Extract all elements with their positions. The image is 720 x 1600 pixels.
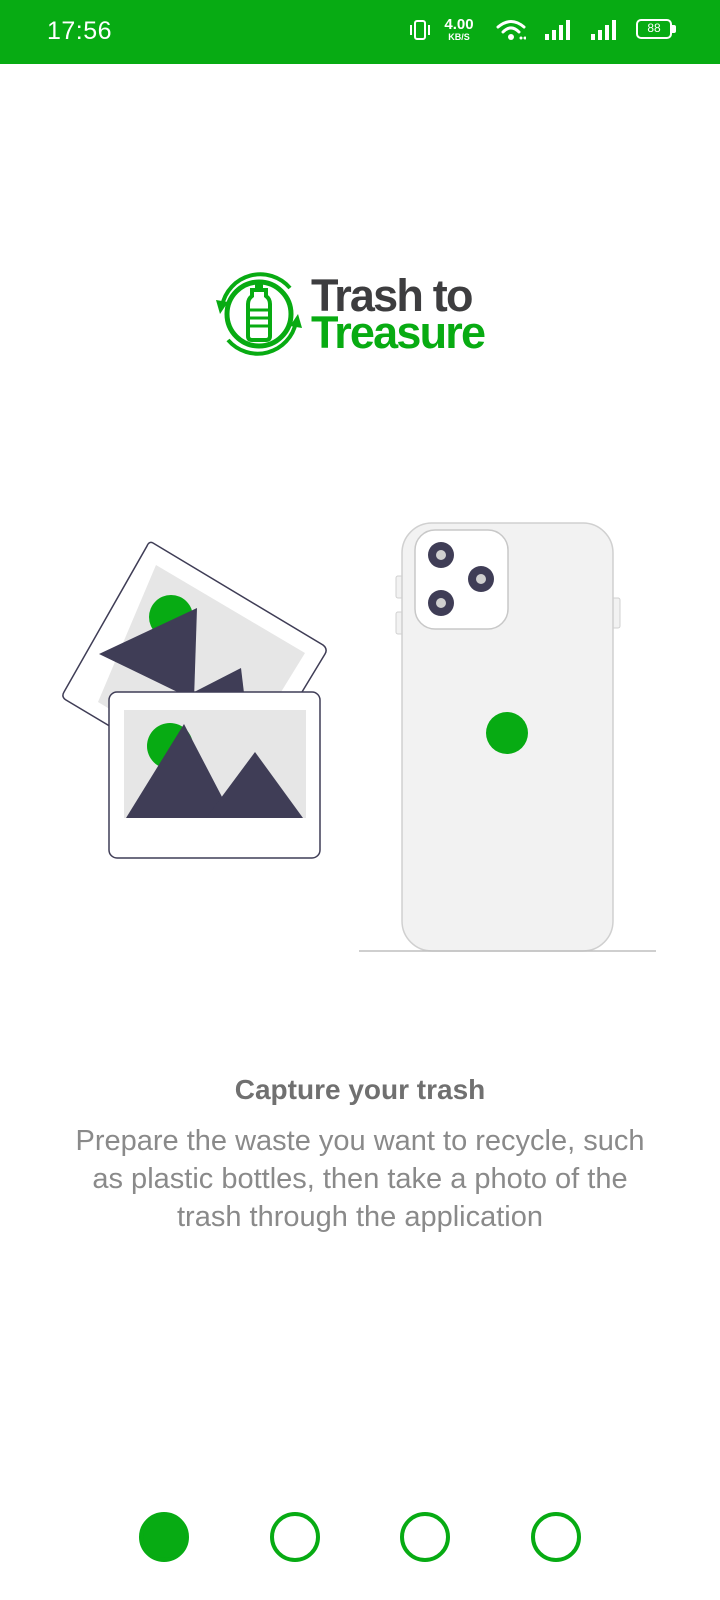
network-speed: 4.00 KB/S	[438, 17, 480, 42]
signal-icon	[591, 20, 616, 40]
page-indicator	[0, 1512, 720, 1564]
app-logo: Trash to Treasure	[212, 268, 512, 360]
recycle-bottle-icon	[216, 272, 302, 356]
onboarding-screen: 17:56 4.00 KB/S 88 Trash to Treasure Cap…	[0, 0, 720, 1600]
capture-illustration	[62, 522, 656, 952]
photo-icon	[108, 691, 321, 859]
phone-back-icon	[359, 522, 656, 952]
status-time: 17:56	[47, 17, 113, 45]
battery-level: 88	[647, 21, 661, 35]
vibrate-icon	[410, 20, 430, 40]
page-dot-1[interactable]	[139, 1512, 189, 1562]
battery-icon: 88	[636, 19, 676, 39]
page-dot-3[interactable]	[400, 1512, 450, 1562]
network-speed-unit: KB/S	[448, 32, 470, 42]
page-dot-2[interactable]	[270, 1512, 320, 1562]
signal-icon	[545, 20, 570, 40]
onboarding-title: Capture your trash	[234, 1074, 486, 1105]
logo-text-line-2: Treasure	[311, 307, 486, 358]
status-bar: 17:56 4.00 KB/S 88	[0, 0, 720, 64]
onboarding-description: Prepare the waste you want to recycle, s…	[75, 1125, 645, 1233]
network-speed-value: 4.00	[444, 16, 474, 33]
wifi-icon	[496, 20, 526, 40]
status-icons: 4.00 KB/S 88	[376, 14, 676, 50]
page-dot-4[interactable]	[531, 1512, 581, 1562]
